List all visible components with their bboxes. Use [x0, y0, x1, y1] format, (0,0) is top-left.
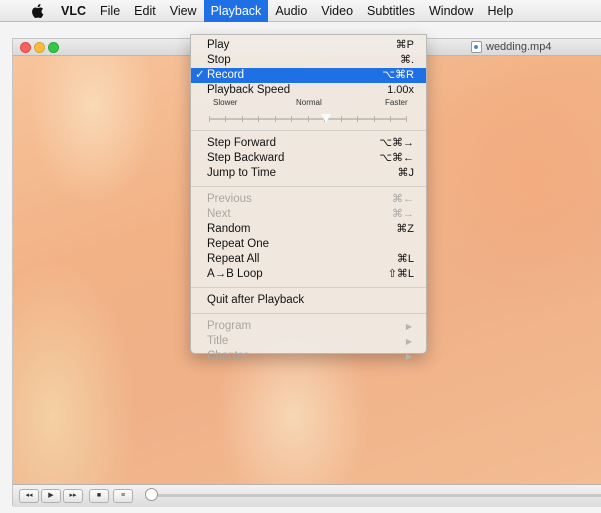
- speed-value: 1.00x: [387, 84, 414, 96]
- playback-menu: Play ⌘P Stop ⌘. ✓ Record ⌥⌘R Playback Sp…: [190, 34, 427, 362]
- menu-item-jump-to-time[interactable]: Jump to Time ⌘J: [191, 166, 426, 181]
- document-icon: [471, 41, 482, 53]
- menu-item-label: Step Backward: [207, 152, 285, 164]
- menu-item-label: Stop: [207, 54, 231, 66]
- menu-item-label: Previous: [207, 193, 252, 205]
- menu-item-label: A→B Loop: [207, 268, 263, 280]
- menu-item-label: Repeat All: [207, 253, 260, 265]
- speed-tick: [209, 116, 210, 122]
- menu-item-step-forward[interactable]: Step Forward ⌥⌘→: [191, 136, 426, 151]
- fast-forward-button[interactable]: ▸▸: [63, 489, 83, 503]
- menu-item-label: Playback Speed: [207, 84, 291, 96]
- shortcut: ⌥⌘→: [379, 137, 414, 149]
- submenu-arrow-icon: ▶: [405, 352, 412, 361]
- speed-tick: [308, 116, 309, 122]
- speed-tick: [357, 116, 358, 122]
- menu-item-quit-after-playback[interactable]: Quit after Playback: [191, 293, 426, 308]
- shortcut: ⌘.: [399, 54, 414, 66]
- menu-video[interactable]: Video: [314, 0, 360, 22]
- speed-tick: [242, 116, 243, 122]
- menu-item-label: Program: [207, 320, 252, 332]
- menu-item-next[interactable]: Next ⌘→: [191, 207, 426, 222]
- menu-item-label: Jump to Time: [207, 167, 277, 179]
- speed-slower-label: Slower: [213, 98, 238, 107]
- menu-item-label: Step Forward: [207, 137, 277, 149]
- playback-controls: ◂◂ ▶ ▸▸ ■ ≡: [13, 484, 601, 507]
- menu-subtitles[interactable]: Subtitles: [360, 0, 422, 22]
- shortcut: ⌘P: [395, 39, 414, 51]
- playlist-button[interactable]: ≡: [113, 489, 133, 503]
- menu-item-random[interactable]: Random ⌘Z: [191, 222, 426, 237]
- menu-item-label: Repeat One: [207, 238, 270, 250]
- menu-item-label: Play: [207, 39, 230, 51]
- menu-help[interactable]: Help: [480, 0, 520, 22]
- menu-audio[interactable]: Audio: [268, 0, 314, 22]
- menu-window[interactable]: Window: [422, 0, 480, 22]
- rewind-button[interactable]: ◂◂: [19, 489, 39, 503]
- seek-bar[interactable]: [151, 494, 601, 497]
- speed-tick: [341, 116, 342, 122]
- speed-tick: [291, 116, 292, 122]
- submenu-arrow-icon: ▶: [405, 322, 412, 331]
- shortcut: ⌘→: [392, 208, 414, 220]
- shortcut: ⌥⌘R: [382, 69, 414, 81]
- submenu-arrow-icon: ▶: [405, 337, 412, 346]
- checkmark-icon: ✓: [195, 69, 205, 81]
- menu-separator: [191, 186, 426, 187]
- menu-view[interactable]: View: [163, 0, 204, 22]
- speed-tick: [374, 116, 375, 122]
- shortcut: ⌘J: [397, 167, 415, 179]
- menu-file[interactable]: File: [93, 0, 127, 22]
- close-window-button[interactable]: [20, 42, 31, 53]
- speed-tick: [258, 116, 259, 122]
- speed-slider-knob[interactable]: [321, 114, 331, 123]
- menu-item-label: Title: [207, 335, 229, 347]
- speed-normal-label: Normal: [296, 98, 322, 107]
- menu-item-label: Random: [207, 223, 251, 235]
- menu-edit[interactable]: Edit: [127, 0, 163, 22]
- shortcut: ⇧⌘L: [387, 268, 414, 280]
- speed-faster-label: Faster: [385, 98, 408, 107]
- menu-item-title[interactable]: Title ▶: [191, 334, 426, 349]
- menu-separator: [191, 287, 426, 288]
- minimize-window-button[interactable]: [34, 42, 45, 53]
- menu-item-label: Chapter: [207, 350, 248, 362]
- menu-item-repeat-one[interactable]: Repeat One: [191, 237, 426, 252]
- speed-tick: [390, 116, 391, 122]
- speed-tick: [406, 116, 407, 122]
- menu-item-ab-loop[interactable]: A→B Loop ⇧⌘L: [191, 267, 426, 282]
- speed-tick: [275, 116, 276, 122]
- play-button[interactable]: ▶: [41, 489, 61, 503]
- menu-item-step-backward[interactable]: Step Backward ⌥⌘←: [191, 151, 426, 166]
- seek-knob[interactable]: [145, 488, 158, 501]
- menu-item-record[interactable]: ✓ Record ⌥⌘R: [191, 68, 426, 83]
- shortcut: ⌘Z: [396, 223, 414, 235]
- speed-slider[interactable]: [209, 113, 407, 125]
- shortcut: ⌘←: [392, 193, 414, 205]
- menu-vlc[interactable]: VLC: [54, 0, 93, 22]
- menu-item-program[interactable]: Program ▶: [191, 319, 426, 334]
- menu-item-repeat-all[interactable]: Repeat All ⌘L: [191, 252, 426, 267]
- menu-separator: [191, 130, 426, 131]
- stop-button[interactable]: ■: [89, 489, 109, 503]
- zoom-window-button[interactable]: [48, 42, 59, 53]
- menu-item-chapter[interactable]: Chapter ▶: [191, 349, 426, 364]
- speed-tick: [225, 116, 226, 122]
- menu-playback[interactable]: Playback: [203, 0, 269, 22]
- menu-item-stop[interactable]: Stop ⌘.: [191, 53, 426, 68]
- window-title: wedding.mp4: [471, 41, 551, 53]
- menu-item-label: Next: [207, 208, 231, 220]
- speed-labels: Slower Normal Faster: [191, 98, 426, 110]
- menu-item-previous[interactable]: Previous ⌘←: [191, 192, 426, 207]
- menu-separator: [191, 313, 426, 314]
- shortcut: ⌘L: [396, 253, 414, 265]
- menu-bar: VLC File Edit View Playback Audio Video …: [0, 0, 601, 22]
- menu-item-label: Record: [207, 69, 245, 81]
- menu-item-play[interactable]: Play ⌘P: [191, 38, 426, 53]
- menu-item-label: Quit after Playback: [207, 294, 305, 306]
- menu-item-playback-speed: Playback Speed 1.00x: [191, 83, 426, 98]
- apple-icon[interactable]: [28, 3, 46, 18]
- window-title-text: wedding.mp4: [486, 41, 552, 53]
- shortcut: ⌥⌘←: [379, 152, 414, 164]
